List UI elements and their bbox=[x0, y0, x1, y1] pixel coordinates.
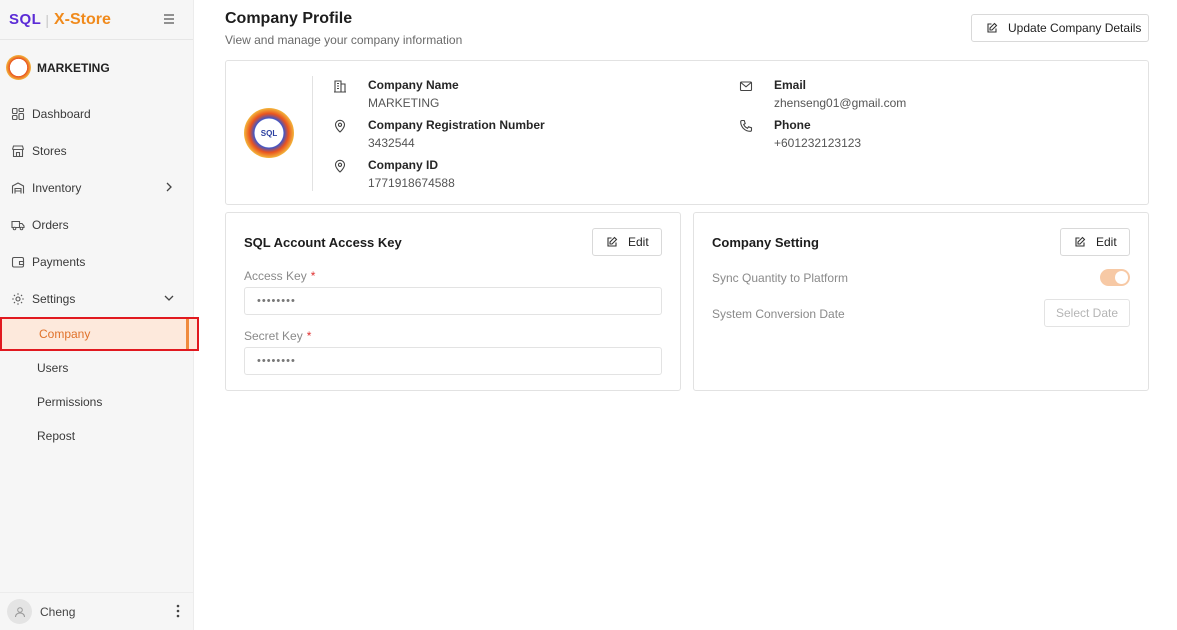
user-name: Cheng bbox=[40, 604, 76, 619]
company-logo-small bbox=[6, 55, 31, 80]
sidebar-subitem-label: Repost bbox=[37, 429, 76, 443]
divider bbox=[312, 76, 313, 191]
sidebar-item-label: Settings bbox=[32, 291, 76, 306]
sidebar-subitem-label: Permissions bbox=[37, 395, 103, 409]
access-key-label-text: Access Key bbox=[244, 269, 307, 283]
chevron-right-icon bbox=[166, 182, 172, 192]
building-icon bbox=[334, 80, 346, 93]
secret-key-label: Secret Key * bbox=[244, 329, 311, 343]
store-icon bbox=[11, 144, 25, 157]
brand-sql: SQL bbox=[9, 11, 42, 28]
hamburger-menu-icon[interactable] bbox=[161, 11, 177, 27]
company-logo-text: SQL bbox=[258, 127, 280, 139]
secret-key-input[interactable]: •••••••• bbox=[244, 347, 662, 375]
required-mark: * bbox=[306, 329, 312, 343]
registration-number-label: Company Registration Number bbox=[368, 118, 545, 132]
edit-icon bbox=[987, 22, 998, 33]
sidebar-item-settings[interactable]: Settings bbox=[0, 280, 193, 317]
phone-label: Phone bbox=[774, 118, 811, 132]
company-id-label: Company ID bbox=[368, 158, 439, 172]
toggle-knob bbox=[1115, 271, 1128, 284]
company-setting-card-title: Company Setting bbox=[712, 235, 819, 250]
location-pin-icon bbox=[334, 159, 346, 173]
sidebar-item-inventory[interactable]: Inventory bbox=[0, 169, 193, 206]
warehouse-icon bbox=[11, 181, 25, 193]
update-button-label: Update Company Details bbox=[1008, 21, 1142, 35]
dashboard-icon bbox=[11, 107, 25, 120]
phone-value: +601232123123 bbox=[774, 136, 862, 150]
truck-icon bbox=[11, 220, 25, 230]
access-key-input[interactable]: •••••••• bbox=[244, 287, 662, 315]
edit-button-label: Edit bbox=[628, 235, 649, 249]
wallet-icon bbox=[11, 256, 25, 268]
edit-setting-button[interactable]: Edit bbox=[1060, 228, 1130, 256]
sidebar-subitem-company[interactable]: Company bbox=[0, 317, 199, 351]
sidebar-item-stores[interactable]: Stores bbox=[0, 132, 193, 169]
sidebar: SQL | X-Store MARKETING Dashboard Stores… bbox=[0, 0, 199, 630]
sidebar-item-label: Orders bbox=[32, 217, 69, 232]
sidebar-item-label: Stores bbox=[32, 143, 67, 158]
brand-logo: SQL | X-Store bbox=[0, 0, 193, 40]
brand-xstore: X-Store bbox=[53, 10, 111, 28]
avatar[interactable] bbox=[7, 599, 32, 624]
edit-icon bbox=[1075, 236, 1086, 247]
access-key-card: SQL Account Access Key Edit Access Key * … bbox=[225, 212, 681, 391]
brand-separator: | bbox=[45, 11, 49, 28]
sidebar-subitem-label: Users bbox=[37, 361, 69, 375]
company-name-label: Company Name bbox=[368, 78, 459, 92]
email-label: Email bbox=[774, 78, 807, 92]
sync-quantity-label: Sync Quantity to Platform bbox=[712, 271, 849, 285]
sidebar-company-name: MARKETING bbox=[37, 60, 110, 75]
page-title: Company Profile bbox=[225, 10, 353, 27]
company-setting-card: Company Setting Edit Sync Quantity to Pl… bbox=[693, 212, 1149, 391]
company-name-value: MARKETING bbox=[368, 96, 440, 110]
sidebar-item-label: Payments bbox=[32, 254, 86, 269]
user-footer: Cheng bbox=[0, 592, 194, 630]
location-pin-icon bbox=[334, 119, 346, 133]
access-key-label: Access Key * bbox=[244, 269, 315, 283]
conversion-date-label: System Conversion Date bbox=[712, 307, 845, 321]
select-date-picker[interactable]: Select Date bbox=[1044, 299, 1130, 327]
sidebar-company-header[interactable]: MARKETING bbox=[0, 40, 193, 95]
secret-key-label-text: Secret Key bbox=[244, 329, 303, 343]
page-subtitle: View and manage your company information bbox=[225, 33, 463, 47]
required-mark: * bbox=[310, 269, 316, 283]
edit-icon bbox=[607, 236, 618, 247]
chevron-down-icon bbox=[164, 295, 174, 301]
mail-icon bbox=[739, 81, 753, 92]
sidebar-subitem-label: Company bbox=[39, 327, 91, 341]
edit-access-key-button[interactable]: Edit bbox=[592, 228, 662, 256]
app-root: SQL | X-Store MARKETING Dashboard Stores… bbox=[0, 0, 1177, 630]
company-id-value: 1771918674588 bbox=[368, 176, 455, 190]
gear-icon bbox=[12, 292, 24, 305]
company-logo: SQL bbox=[244, 108, 294, 158]
sidebar-item-label: Dashboard bbox=[32, 106, 91, 121]
access-key-card-title: SQL Account Access Key bbox=[244, 235, 402, 250]
edit-button-label: Edit bbox=[1096, 235, 1117, 249]
phone-icon bbox=[740, 119, 753, 132]
sidebar-item-payments[interactable]: Payments bbox=[0, 243, 193, 280]
sidebar-subitem-permissions[interactable]: Permissions bbox=[0, 385, 193, 419]
sidebar-item-orders[interactable]: Orders bbox=[0, 206, 193, 243]
main-content: Company Profile View and manage your com… bbox=[194, 0, 1177, 630]
registration-number-value: 3432544 bbox=[368, 136, 415, 150]
sidebar-item-label: Inventory bbox=[32, 180, 82, 195]
update-company-button[interactable]: Update Company Details bbox=[971, 14, 1149, 42]
more-vertical-icon[interactable] bbox=[176, 604, 180, 618]
sidebar-subitem-repost[interactable]: Repost bbox=[0, 419, 193, 453]
sidebar-item-dashboard[interactable]: Dashboard bbox=[0, 95, 193, 132]
user-icon bbox=[14, 606, 25, 617]
company-profile-card: SQL Company Name MARKETING Company Regis… bbox=[225, 60, 1149, 205]
sidebar-subitem-users[interactable]: Users bbox=[0, 351, 193, 385]
sync-quantity-toggle[interactable] bbox=[1100, 269, 1130, 286]
email-value: zhenseng01@gmail.com bbox=[774, 96, 907, 110]
